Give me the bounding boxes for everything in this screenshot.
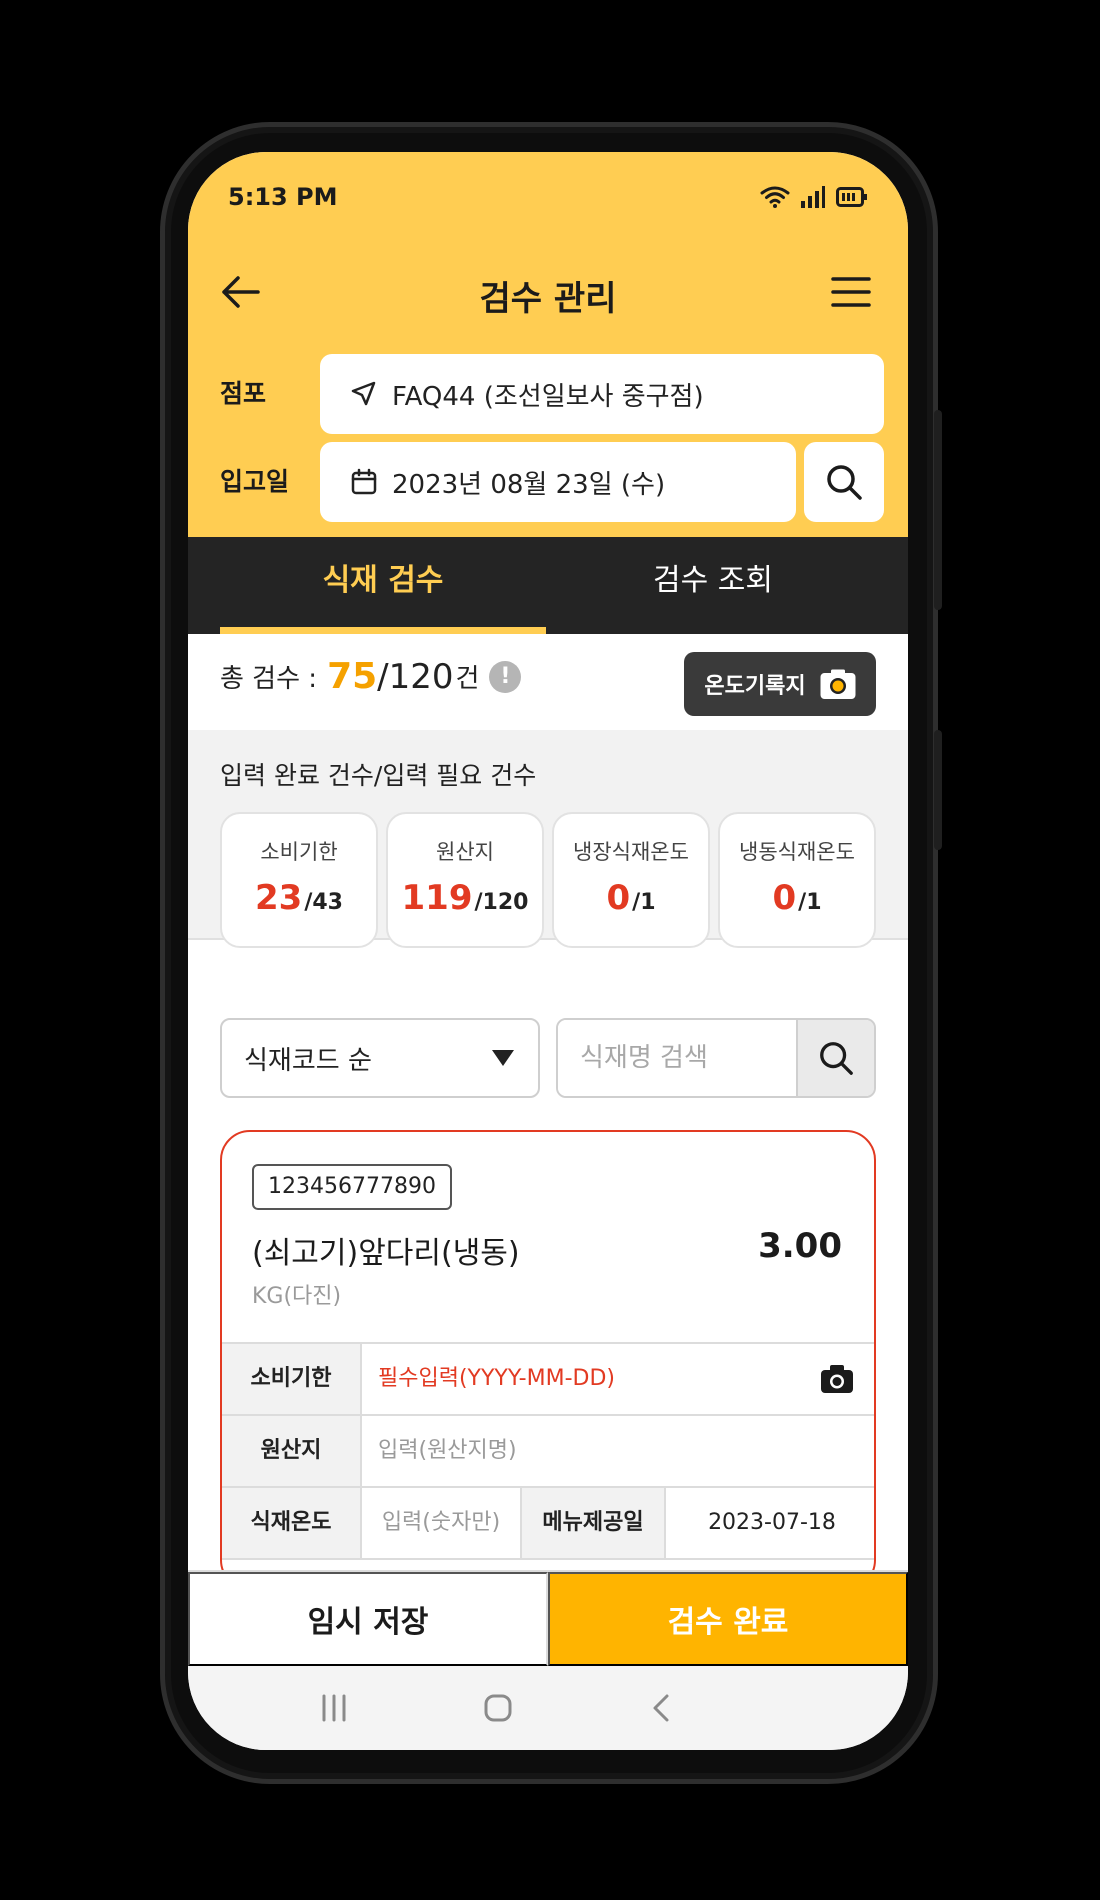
search-icon	[827, 465, 862, 500]
stat-card-frozen-temp[interactable]: 냉동식재온도 0/1	[718, 812, 876, 948]
store-label: 점포	[220, 379, 267, 408]
expiry-input[interactable]: 필수입력(YYYY-MM-DD)	[362, 1344, 874, 1414]
app-screen: 5:13 PM 검수 관리 점포 FAQ44 (조선일보사 중구점) 입고일 2…	[188, 152, 908, 1750]
temperature-input[interactable]: 입력(숫자만)	[362, 1488, 522, 1558]
ingredient-card: 123456777890 (쇠고기)앞다리(냉동) 3.00 KG(다진) 소비…	[220, 1130, 876, 1590]
home-icon[interactable]	[478, 1688, 518, 1728]
battery-icon	[836, 187, 867, 207]
recent-apps-icon[interactable]	[314, 1688, 354, 1728]
ingredient-input-grid: 소비기한 필수입력(YYYY-MM-DD) 원산지 입력(원산지명) 식재온도 …	[222, 1342, 874, 1560]
stat-value: 0/1	[554, 878, 708, 918]
ingredient-name: (쇠고기)앞다리(냉동)	[252, 1236, 520, 1271]
stat-value: 119/120	[388, 878, 542, 918]
date-label: 입고일	[220, 467, 290, 496]
camera-icon	[820, 669, 856, 699]
temperature-label: 식재온도	[222, 1488, 362, 1558]
stat-current: 0	[606, 878, 631, 918]
summary-bar: 총 검수 : 75 /120 건 ! 온도기록지	[188, 634, 908, 730]
date-row: 입고일 2023년 08월 23일 (수)	[220, 442, 884, 522]
sort-select[interactable]: 식재코드 순	[220, 1018, 540, 1098]
stat-label: 소비기한	[260, 840, 338, 864]
origin-input[interactable]: 입력(원산지명)	[362, 1416, 874, 1486]
origin-row: 원산지 입력(원산지명)	[222, 1416, 874, 1488]
active-tab-indicator	[220, 627, 546, 634]
status-bar: 5:13 PM	[228, 180, 868, 214]
store-field[interactable]: FAQ44 (조선일보사 중구점)	[320, 354, 884, 434]
temperature-log-button[interactable]: 온도기록지	[684, 652, 876, 716]
power-button	[934, 730, 942, 850]
caret-down-icon	[492, 1050, 514, 1066]
menu-button[interactable]	[828, 269, 874, 315]
tab-ingredient-inspection[interactable]: 식재 검수	[220, 537, 546, 634]
origin-label: 원산지	[222, 1416, 362, 1486]
menu-date-label: 메뉴제공일	[522, 1488, 666, 1558]
calendar-icon	[351, 468, 377, 495]
store-value: FAQ44 (조선일보사 중구점)	[392, 381, 704, 412]
stat-value: 23/43	[222, 878, 376, 918]
search-icon	[820, 1042, 853, 1075]
count-unit: 건	[455, 664, 480, 694]
stat-max: /43	[304, 890, 343, 915]
info-icon[interactable]: !	[489, 660, 522, 693]
header-area: 5:13 PM 검수 관리 점포 FAQ44 (조선일보사 중구점) 입고일 2…	[188, 152, 908, 537]
stat-label: 원산지	[436, 840, 494, 864]
stat-current: 0	[772, 878, 797, 918]
tab-inspection-lookup[interactable]: 검수 조회	[550, 537, 876, 634]
system-back-icon[interactable]	[642, 1688, 682, 1728]
count-label: 총 검수 :	[220, 664, 318, 694]
inspection-complete-button[interactable]: 검수 완료	[548, 1572, 908, 1666]
date-field[interactable]: 2023년 08월 23일 (수)	[320, 442, 796, 522]
app-bar: 검수 관리	[188, 247, 908, 337]
signal-icon	[801, 186, 825, 208]
stat-max: /1	[632, 890, 656, 915]
ingredient-search-button[interactable]	[796, 1020, 874, 1096]
stat-label: 냉동식재온도	[739, 840, 855, 864]
stat-max: /1	[798, 890, 822, 915]
wifi-icon	[760, 186, 790, 208]
filter-search-button[interactable]	[804, 442, 884, 522]
stat-max: /120	[474, 890, 529, 915]
tab-bar: 식재 검수 검수 조회	[188, 537, 908, 634]
date-value: 2023년 08월 23일 (수)	[392, 469, 666, 500]
stat-card-origin[interactable]: 원산지 119/120	[386, 812, 544, 948]
ingredient-code: 123456777890	[252, 1164, 452, 1210]
stat-label: 냉장식재온도	[573, 840, 689, 864]
expiry-label: 소비기한	[222, 1344, 362, 1414]
page-title: 검수 관리	[479, 279, 617, 319]
ingredient-search	[556, 1018, 876, 1098]
temp-save-button[interactable]: 임시 저장	[188, 1572, 548, 1666]
stat-card-chilled-temp[interactable]: 냉장식재온도 0/1	[552, 812, 710, 948]
expiry-row: 소비기한 필수입력(YYYY-MM-DD)	[222, 1344, 874, 1416]
count-total: /120	[377, 656, 454, 697]
bottom-action-bar: 임시 저장 검수 완료	[188, 1570, 908, 1666]
store-row: 점포 FAQ44 (조선일보사 중구점)	[220, 354, 884, 434]
stat-current: 23	[255, 878, 303, 918]
location-arrow-icon	[351, 381, 376, 406]
system-nav-bar	[188, 1666, 908, 1750]
status-time: 5:13 PM	[228, 183, 338, 211]
sort-value: 식재코드 순	[244, 1045, 372, 1076]
count-done: 75	[327, 656, 378, 697]
ingredient-search-input[interactable]	[558, 1020, 796, 1096]
stats-section: 입력 완료 건수/입력 필요 건수 소비기한 23/43 원산지 119/120…	[188, 730, 908, 948]
menu-date-value[interactable]: 2023-07-18	[666, 1488, 874, 1558]
stat-current: 119	[401, 878, 473, 918]
ingredient-quantity: 3.00	[758, 1226, 842, 1266]
hamburger-menu-icon	[831, 277, 871, 307]
temperature-log-label: 온도기록지	[704, 674, 806, 699]
camera-icon[interactable]	[820, 1364, 854, 1394]
stats-title: 입력 완료 건수/입력 필요 건수	[220, 761, 537, 790]
volume-button	[934, 410, 942, 610]
inspection-count: 총 검수 : 75 /120 건 !	[220, 656, 522, 697]
temperature-row: 식재온도 입력(숫자만) 메뉴제공일 2023-07-18	[222, 1488, 874, 1560]
stat-value: 0/1	[720, 878, 874, 918]
stat-card-expiry[interactable]: 소비기한 23/43	[220, 812, 378, 948]
ingredient-unit: KG(다진)	[252, 1284, 342, 1309]
status-icons	[760, 185, 868, 209]
